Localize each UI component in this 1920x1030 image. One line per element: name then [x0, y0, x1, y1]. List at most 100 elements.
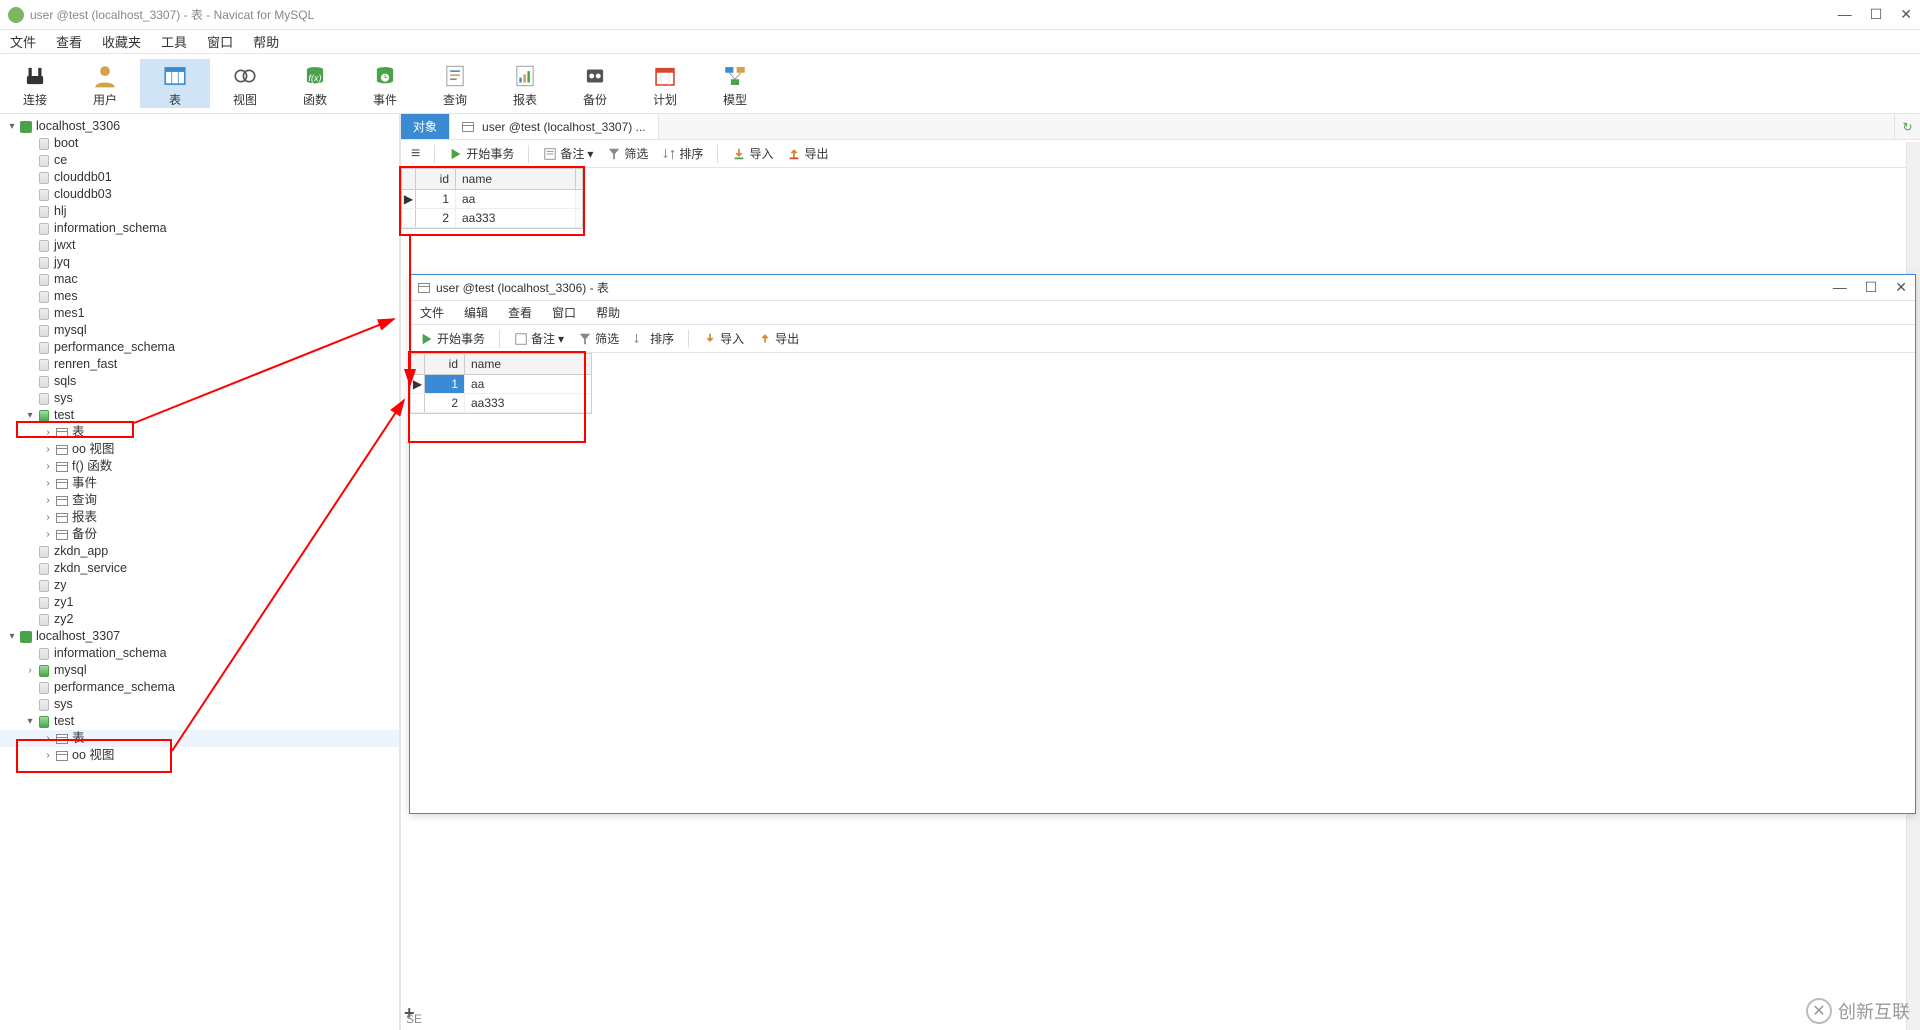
- inner-menu-view[interactable]: 查看: [508, 304, 532, 321]
- tree-connection-3307[interactable]: ▾localhost_3307: [0, 628, 399, 645]
- tree-test-child-4[interactable]: ›查询: [0, 492, 399, 509]
- tree-test-child-2[interactable]: ›f() 函数: [0, 458, 399, 475]
- expand-icon[interactable]: ▾: [6, 118, 18, 136]
- tree-db-sys[interactable]: sys: [0, 390, 399, 407]
- column-header-id[interactable]: id: [416, 169, 456, 189]
- expand-icon[interactable]: ›: [42, 458, 54, 476]
- ribbon-table[interactable]: 表: [140, 59, 210, 108]
- menu-window[interactable]: 窗口: [207, 32, 233, 51]
- tree-db-test-3307[interactable]: ▾test: [0, 713, 399, 730]
- ribbon-view[interactable]: 视图: [210, 59, 280, 108]
- export-button[interactable]: 导出: [787, 145, 828, 162]
- expand-icon[interactable]: ›: [42, 475, 54, 493]
- tree-db-information_schema[interactable]: information_schema: [0, 220, 399, 237]
- tree-db-performance_schema[interactable]: performance_schema: [0, 339, 399, 356]
- connection-tree[interactable]: ▾localhost_3306bootceclouddb01clouddb03h…: [0, 114, 400, 1030]
- table-row[interactable]: ▶1aa: [402, 190, 582, 209]
- ribbon-event[interactable]: 事件: [350, 59, 420, 108]
- ribbon-report[interactable]: 报表: [490, 59, 560, 108]
- tree-db-mes[interactable]: mes: [0, 288, 399, 305]
- tree-db-zkdn_service[interactable]: zkdn_service: [0, 560, 399, 577]
- inner-import-button[interactable]: 导入: [703, 330, 744, 347]
- expand-icon[interactable]: ▾: [24, 407, 36, 425]
- tree-db-performance_schema[interactable]: performance_schema: [0, 679, 399, 696]
- sort-button[interactable]: 排序: [662, 145, 703, 162]
- expand-icon[interactable]: ›: [42, 424, 54, 442]
- tree-db-ce[interactable]: ce: [0, 152, 399, 169]
- inner-close-icon[interactable]: ✕: [1895, 279, 1907, 296]
- inner-maximize-icon[interactable]: ☐: [1865, 279, 1878, 296]
- tree-db-zy1[interactable]: zy1: [0, 594, 399, 611]
- expand-icon[interactable]: ›: [42, 526, 54, 544]
- memo-button[interactable]: 备注 ▾: [543, 145, 593, 162]
- inner-export-button[interactable]: 导出: [758, 330, 799, 347]
- tree-test-child-1[interactable]: ›oo 视图: [0, 441, 399, 458]
- table-row[interactable]: 2aa333: [402, 209, 582, 228]
- cell-name[interactable]: aa333: [465, 394, 585, 412]
- expand-icon[interactable]: ›: [42, 730, 54, 748]
- tree-db-boot[interactable]: boot: [0, 135, 399, 152]
- menu-tools[interactable]: 工具: [161, 32, 187, 51]
- tree-db-renren_fast[interactable]: renren_fast: [0, 356, 399, 373]
- inner-start-transaction-button[interactable]: 开始事务: [420, 330, 485, 347]
- expand-icon[interactable]: ›: [42, 492, 54, 510]
- tree-db-hlj[interactable]: hlj: [0, 203, 399, 220]
- close-icon[interactable]: ✕: [1900, 6, 1912, 23]
- tree-db-zy[interactable]: zy: [0, 577, 399, 594]
- inner-menu-file[interactable]: 文件: [420, 304, 444, 321]
- ribbon-plug[interactable]: 连接: [0, 59, 70, 108]
- expand-icon[interactable]: ›: [42, 747, 54, 765]
- filter-button[interactable]: 筛选: [607, 145, 648, 162]
- tree-db-jyq[interactable]: jyq: [0, 254, 399, 271]
- menu-view[interactable]: 查看: [56, 32, 82, 51]
- table-row[interactable]: 2aa333: [411, 394, 591, 413]
- cell-name[interactable]: aa333: [456, 209, 576, 227]
- data-grid-3307[interactable]: idname▶1aa2aa333: [401, 168, 583, 229]
- table-row[interactable]: ▶1aa: [411, 375, 591, 394]
- column-header-name[interactable]: name: [456, 169, 576, 189]
- tree-test2-child-0[interactable]: ›表: [0, 730, 399, 747]
- menu-file[interactable]: 文件: [10, 32, 36, 51]
- tree-test-child-3[interactable]: ›事件: [0, 475, 399, 492]
- menu-fav[interactable]: 收藏夹: [102, 32, 141, 51]
- tree-db-test-3306[interactable]: ▾test: [0, 407, 399, 424]
- data-grid-3306[interactable]: idname▶1aa2aa333: [410, 353, 592, 414]
- tree-test-child-6[interactable]: ›备份: [0, 526, 399, 543]
- inner-filter-button[interactable]: 筛选: [578, 330, 619, 347]
- expand-icon[interactable]: ›: [42, 509, 54, 527]
- tree-db-zy2[interactable]: zy2: [0, 611, 399, 628]
- tree-db-zkdn_app[interactable]: zkdn_app: [0, 543, 399, 560]
- tree-db-sqls[interactable]: sqls: [0, 373, 399, 390]
- ribbon-query[interactable]: 查询: [420, 59, 490, 108]
- ribbon-backup[interactable]: 备份: [560, 59, 630, 108]
- cell-id[interactable]: 2: [425, 394, 465, 412]
- tree-db-mysql[interactable]: mysql: [0, 322, 399, 339]
- cell-id[interactable]: 1: [425, 375, 465, 393]
- inner-sort-button[interactable]: 排序: [633, 330, 674, 347]
- cell-id[interactable]: 2: [416, 209, 456, 227]
- tree-db-mac[interactable]: mac: [0, 271, 399, 288]
- inner-menu-help[interactable]: 帮助: [596, 304, 620, 321]
- maximize-icon[interactable]: ☐: [1870, 6, 1883, 23]
- ribbon-plan[interactable]: 计划: [630, 59, 700, 108]
- hamburger-icon[interactable]: ≡: [411, 145, 420, 163]
- column-header-name[interactable]: name: [465, 354, 585, 374]
- inner-memo-button[interactable]: 备注 ▾: [514, 330, 564, 347]
- ribbon-model[interactable]: 模型: [700, 59, 770, 108]
- inner-menu-edit[interactable]: 编辑: [464, 304, 488, 321]
- tree-test-child-0[interactable]: ›表: [0, 424, 399, 441]
- tree-test2-child-1[interactable]: ›oo 视图: [0, 747, 399, 764]
- start-transaction-button[interactable]: 开始事务: [449, 145, 514, 162]
- cell-id[interactable]: 1: [416, 190, 456, 208]
- minimize-icon[interactable]: —: [1838, 6, 1852, 23]
- ribbon-fx[interactable]: f(x)函数: [280, 59, 350, 108]
- import-button[interactable]: 导入: [732, 145, 773, 162]
- expand-icon[interactable]: ▾: [6, 628, 18, 646]
- expand-icon[interactable]: ▾: [24, 713, 36, 731]
- menu-help[interactable]: 帮助: [253, 32, 279, 51]
- inner-minimize-icon[interactable]: —: [1833, 279, 1847, 296]
- tab-objects[interactable]: 对象: [401, 114, 450, 139]
- tab-data[interactable]: user @test (localhost_3307) ...: [450, 114, 659, 139]
- refresh-icon[interactable]: ↻: [1894, 114, 1920, 139]
- tree-db-jwxt[interactable]: jwxt: [0, 237, 399, 254]
